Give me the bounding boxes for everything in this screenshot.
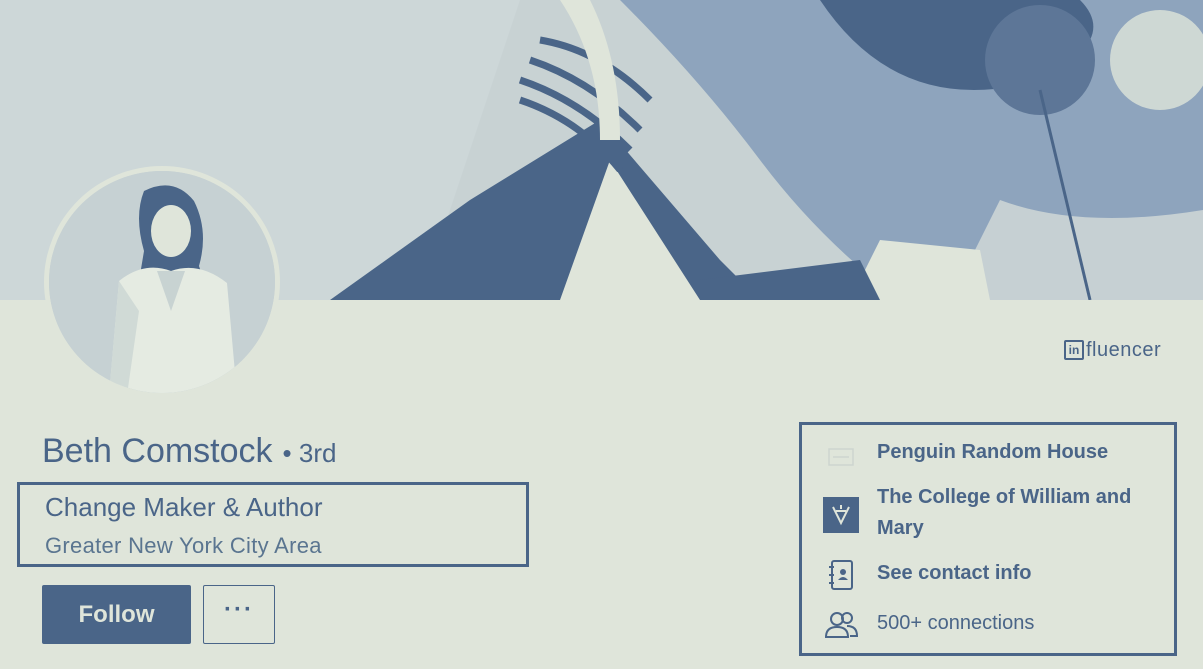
avatar-person-figure xyxy=(49,171,275,393)
school-name-line1: The College of William and xyxy=(877,486,1132,508)
school-crest-icon xyxy=(823,497,859,533)
company-name: Penguin Random House xyxy=(877,441,1109,463)
connections-count: 500+ connections xyxy=(877,612,1035,634)
profile-headline: Change Maker & Author xyxy=(45,492,323,522)
more-actions-button[interactable]: ··· xyxy=(203,585,275,644)
influencer-badge: in fluencer xyxy=(1064,338,1161,362)
influencer-logo-icon: in xyxy=(1064,340,1084,360)
profile-name: Beth Comstock xyxy=(42,432,273,470)
school-name-line2: Mary xyxy=(877,517,924,539)
avatar-photo xyxy=(49,171,275,393)
influencer-label: fluencer xyxy=(1086,338,1162,361)
company-logo-icon xyxy=(828,448,854,466)
see-contact-info-link[interactable]: See contact info xyxy=(877,558,1031,589)
profile-location: Greater New York City Area xyxy=(45,533,322,558)
profile-avatar[interactable] xyxy=(44,166,280,398)
headline-section: Change Maker & Author Greater New York C… xyxy=(17,482,529,567)
connection-degree: • 3rd xyxy=(282,438,337,468)
name-row: Beth Comstock • 3rd xyxy=(42,432,336,471)
contact-card-icon xyxy=(829,560,853,590)
follow-button[interactable]: Follow xyxy=(42,585,191,644)
profile-summary-card: Penguin Random House The College of Will… xyxy=(799,422,1177,656)
people-icon xyxy=(824,612,859,638)
